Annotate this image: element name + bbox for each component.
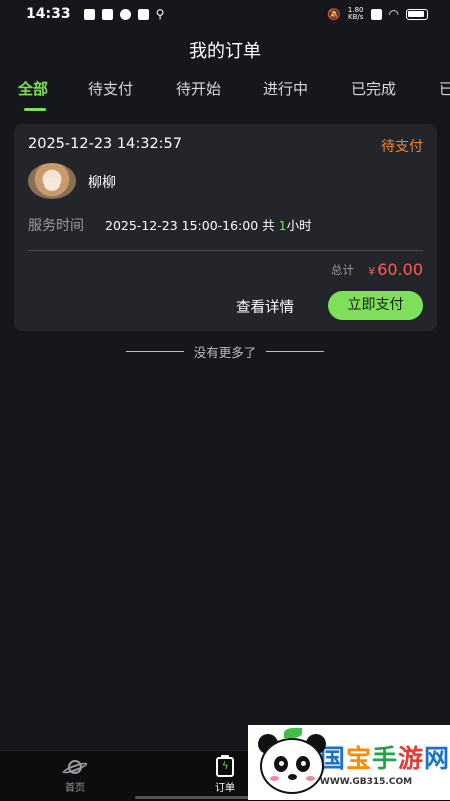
page-title: 我的订单: [189, 41, 261, 62]
order-created-time: 2025-12-23 14:32:57: [28, 136, 182, 152]
service-time-label: 服务时间: [28, 218, 84, 234]
sim-off-icon: [370, 8, 382, 20]
provider-name: 柳柳: [88, 175, 116, 191]
watermark-url: WWW.GB315.COM: [319, 776, 413, 787]
order-card[interactable]: 2025-12-23 14:32:57 待支付 柳柳 服务时间 2025-12-…: [14, 124, 437, 331]
view-details-button[interactable]: 查看详情: [236, 296, 294, 317]
app-notification-icon: [119, 8, 131, 20]
card-divider: [28, 250, 423, 251]
notification-check-icon: [83, 8, 95, 20]
nav-orders-label: 订单: [215, 783, 235, 794]
nav-home[interactable]: 首页: [45, 757, 105, 794]
tab-more[interactable]: 已: [439, 78, 450, 99]
network-speed-unit: KB/s: [348, 13, 364, 21]
watermark-brand: 国宝手游网: [319, 743, 450, 773]
pay-now-button[interactable]: 立即支付: [328, 291, 423, 320]
order-status-badge: 待支付: [381, 139, 423, 155]
mail-icon: [101, 8, 113, 20]
order-tabs: 全部 待支付 待开始 进行中 已完成 已: [0, 78, 450, 112]
planet-icon: [61, 757, 89, 777]
active-tab-indicator: [24, 108, 46, 111]
list-end-text: 没有更多了: [193, 345, 257, 360]
nav-home-label: 首页: [65, 783, 85, 794]
total-label: 总计: [331, 263, 354, 277]
total-amount-value: 60.00: [377, 260, 423, 279]
tab-pending-payment[interactable]: 待支付: [88, 78, 133, 99]
service-time-value: 2025-12-23 15:00-16:00 共 1小时: [105, 215, 312, 234]
list-end-indicator: 没有更多了: [0, 342, 450, 361]
duration-unit: 小时: [286, 218, 312, 233]
battery-icon: [406, 8, 428, 20]
service-time-range: 2025-12-23 15:00-16:00: [105, 218, 259, 233]
duration-value: 1: [278, 218, 287, 233]
tab-completed[interactable]: 已完成: [351, 78, 396, 99]
network-speed: 1.80 KB/s: [348, 7, 364, 21]
divider-line-left: [125, 351, 184, 352]
tab-not-started[interactable]: 待开始: [176, 78, 221, 99]
usb-icon: ⚲: [155, 7, 165, 21]
status-time: 14:33: [26, 6, 71, 22]
avatar: [28, 163, 76, 199]
status-bar: 14:33 ⚲ 🔕 1.80 KB/s ◠: [0, 0, 450, 28]
total-amount: ¥60.00: [368, 260, 423, 279]
duration-prefix: 共: [258, 218, 279, 233]
order-clipboard-icon: ϟ: [216, 755, 234, 777]
mute-icon: 🔕: [327, 7, 341, 21]
divider-line-right: [266, 351, 325, 352]
wifi-icon: ◠: [388, 7, 399, 21]
tab-in-progress[interactable]: 进行中: [263, 78, 308, 99]
nav-orders[interactable]: ϟ 订单: [195, 755, 255, 794]
panda-logo-icon: [254, 727, 326, 798]
watermark: 国宝手游网 WWW.GB315.COM: [248, 725, 450, 800]
telegram-icon: [137, 8, 149, 20]
tab-all[interactable]: 全部: [18, 78, 48, 99]
currency-symbol: ¥: [368, 265, 376, 278]
